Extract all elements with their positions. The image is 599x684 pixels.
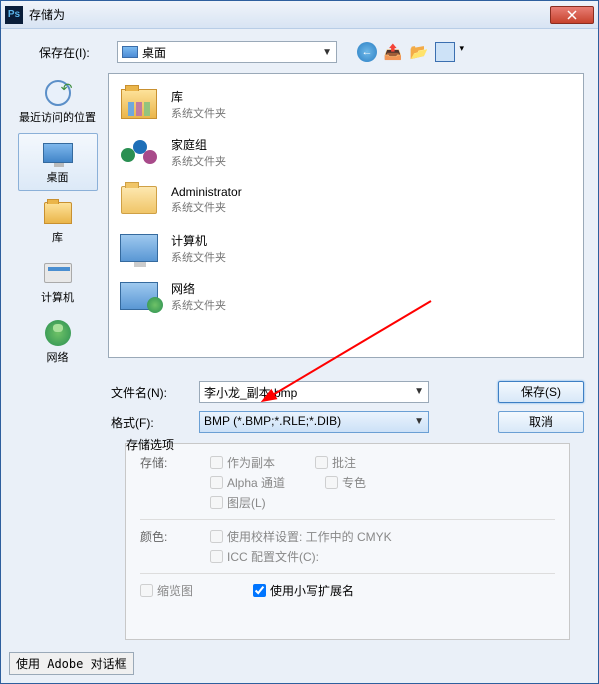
new-folder-button[interactable]: 📂 — [409, 42, 429, 62]
sidebar-item-network[interactable]: 网络 — [18, 313, 98, 371]
new-folder-icon: 📂 — [409, 42, 429, 62]
list-item[interactable]: 计算机系统文件夹 — [115, 224, 577, 272]
network-icon — [45, 320, 71, 346]
library-icon — [121, 89, 157, 119]
checkbox-thumbnail: 缩览图 — [140, 582, 193, 599]
sidebar-item-desktop[interactable]: 桌面 — [18, 133, 98, 191]
view-menu-button[interactable] — [435, 42, 455, 62]
close-button[interactable] — [550, 6, 594, 24]
checkbox-annotations: 批注 — [315, 454, 356, 471]
checkbox-spot: 专色 — [325, 474, 366, 491]
list-item[interactable]: 家庭组系统文件夹 — [115, 128, 577, 176]
checkbox-alpha: Alpha 通道 — [210, 474, 285, 491]
list-item[interactable]: 网络系统文件夹 — [115, 272, 577, 320]
up-folder-icon: 📤 — [383, 42, 403, 62]
cancel-button[interactable]: 取消 — [498, 411, 584, 433]
save-in-label: 保存在(I): — [39, 44, 109, 61]
recent-icon — [45, 80, 71, 106]
checkbox-as-copy: 作为副本 — [210, 454, 275, 471]
checkbox-proof: 使用校样设置: 工作中的 CMYK — [210, 528, 392, 545]
chevron-down-icon: ▼ — [414, 386, 424, 397]
up-button[interactable]: 📤 — [383, 42, 403, 62]
network-computer-icon — [120, 282, 158, 310]
format-label: 格式(F): — [111, 414, 191, 431]
places-sidebar: 最近访问的位置 桌面 库 计算机 网络 — [15, 73, 100, 371]
sidebar-item-library[interactable]: 库 — [18, 193, 98, 251]
color-label: 颜色: — [140, 528, 210, 565]
chevron-down-icon: ▼ — [322, 47, 332, 58]
checkbox-lowercase-ext[interactable]: 使用小写扩展名 — [253, 582, 354, 599]
desktop-icon — [43, 143, 73, 163]
chevron-down-icon: ▼ — [414, 416, 424, 427]
sidebar-item-computer[interactable]: 计算机 — [18, 253, 98, 311]
location-dropdown[interactable]: 桌面 ▼ — [117, 41, 337, 63]
desktop-icon — [122, 46, 138, 58]
computer-icon — [44, 263, 72, 283]
library-icon — [44, 202, 72, 224]
photoshop-icon: Ps — [5, 6, 23, 24]
save-button[interactable]: 保存(S) — [498, 381, 584, 403]
use-adobe-dialog-button[interactable]: 使用 Adobe 对话框 — [9, 652, 134, 675]
user-folder-icon — [121, 186, 157, 214]
store-label: 存储: — [140, 454, 210, 511]
close-icon — [567, 10, 577, 20]
list-item[interactable]: 库系统文件夹 — [115, 80, 577, 128]
filename-label: 文件名(N): — [111, 384, 191, 401]
view-icon — [435, 42, 455, 62]
back-button[interactable]: ← — [357, 42, 377, 62]
options-title: 存储选项 — [126, 436, 174, 453]
titlebar: Ps 存储为 — [1, 1, 598, 29]
save-options-group: 存储选项 存储: 作为副本 批注 Alpha 通道 专色 图层(L) 颜 — [125, 443, 570, 640]
sidebar-item-recent[interactable]: 最近访问的位置 — [18, 73, 98, 131]
back-icon: ← — [357, 42, 377, 62]
dialog-title: 存储为 — [29, 6, 550, 23]
homegroup-icon — [119, 136, 159, 168]
checkbox-icc: ICC 配置文件(C): — [210, 548, 392, 565]
filename-input[interactable]: 李小龙_副本.bmp ▼ — [199, 381, 429, 403]
file-list[interactable]: 库系统文件夹 家庭组系统文件夹 Administrator系统文件夹 计算机系统… — [108, 73, 584, 358]
location-value: 桌面 — [142, 44, 166, 61]
format-dropdown[interactable]: BMP (*.BMP;*.RLE;*.DIB) ▼ — [199, 411, 429, 433]
list-item[interactable]: Administrator系统文件夹 — [115, 176, 577, 224]
checkbox-layers: 图层(L) — [210, 494, 366, 511]
computer-icon — [120, 234, 158, 262]
